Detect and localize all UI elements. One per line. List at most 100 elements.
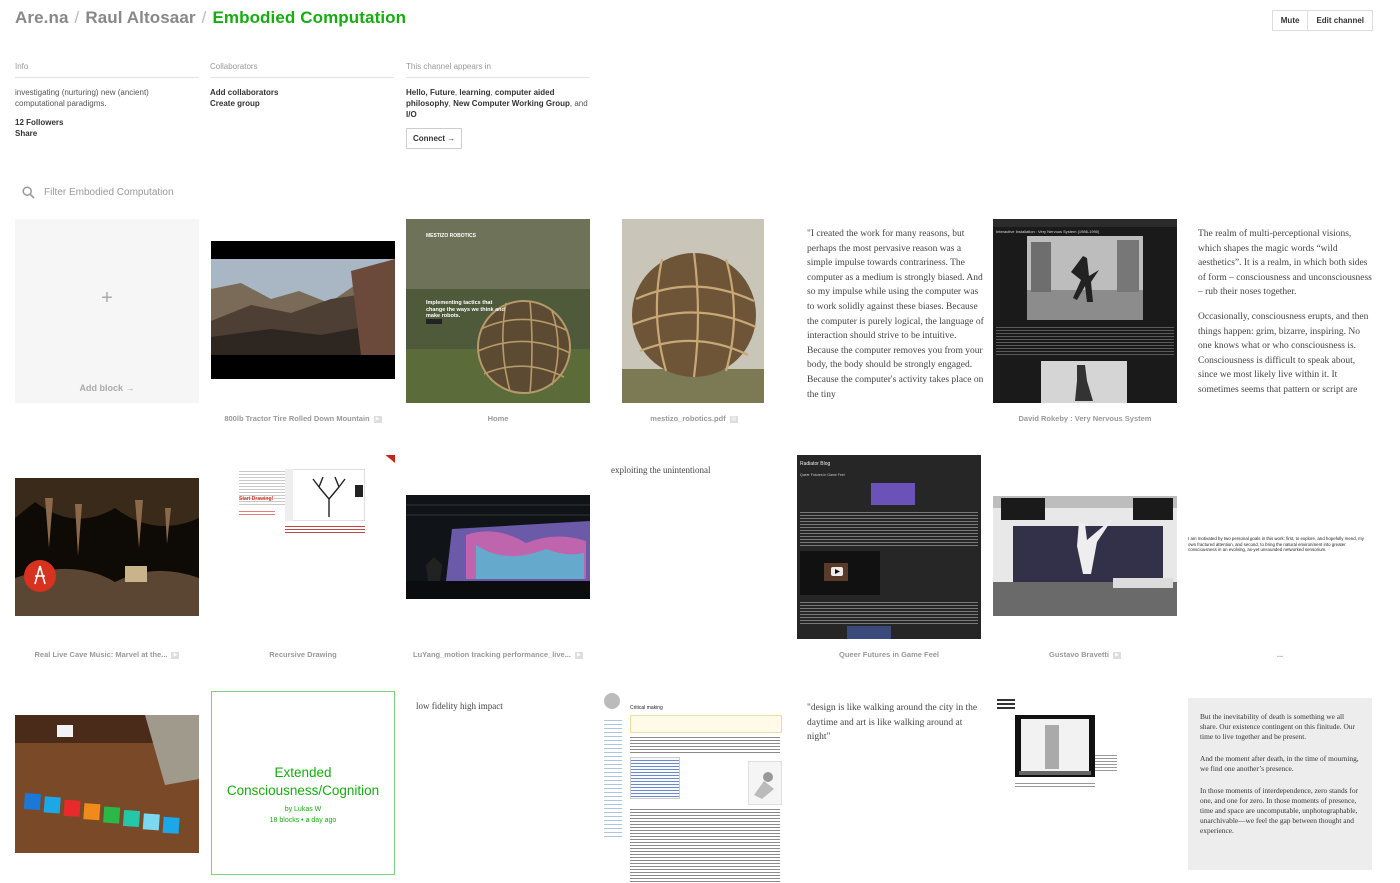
connected-channels: Hello, Future, learning, computer aided … bbox=[406, 87, 590, 120]
block-caption[interactable]: Recursive Drawing bbox=[211, 650, 395, 659]
text-paragraph: And the moment after death, in the time … bbox=[1200, 754, 1359, 773]
block-link[interactable]: Radiator Blog Queer Futures in Game Feel bbox=[797, 455, 981, 639]
text-paragraph: Occasionally, consciousness erupts, and … bbox=[1198, 311, 1369, 395]
post-title: Queer Futures in Game Feel bbox=[800, 473, 845, 477]
performer-photo bbox=[1041, 361, 1127, 403]
read-more-button bbox=[426, 319, 442, 324]
breadcrumb-user[interactable]: Raul Altosaar bbox=[85, 8, 195, 27]
text-paragraph: In those moments of interdependence, zer… bbox=[1200, 786, 1359, 835]
block-link[interactable]: Critical making bbox=[602, 691, 786, 883]
caption-text: Gustavo Bravetti bbox=[1048, 650, 1110, 659]
block-link[interactable]: Interactive Installation : Very Nervous … bbox=[993, 219, 1177, 403]
dancer-photo bbox=[1027, 236, 1143, 320]
add-collaborators-link[interactable]: Add collaborators bbox=[210, 87, 394, 98]
share-link[interactable]: Share bbox=[15, 128, 199, 139]
tree-drawing bbox=[285, 469, 365, 521]
text-paragraph: The realm of multi-perceptional visions,… bbox=[1198, 229, 1372, 298]
sphere-thumbnail bbox=[622, 219, 764, 403]
channel-card-author: by Lukas W bbox=[284, 806, 322, 813]
collaborators-heading: Collaborators bbox=[210, 61, 394, 78]
breadcrumb-root[interactable]: Are.na bbox=[15, 8, 69, 27]
channel-link[interactable]: I/O bbox=[406, 110, 417, 119]
channel-description: investigating (nurturing) new (ancient) … bbox=[15, 88, 149, 108]
wiki-notice-box bbox=[630, 715, 782, 733]
text-block[interactable]: The realm of multi-perceptional visions,… bbox=[1188, 227, 1372, 399]
block-link[interactable] bbox=[211, 219, 395, 403]
block-link[interactable] bbox=[406, 455, 590, 639]
block-caption[interactable]: Home bbox=[406, 414, 590, 423]
block-caption[interactable]: Real Live Cave Music: Marvel at the... ▶ bbox=[15, 650, 199, 659]
block-caption[interactable]: Gustavo Bravetti ▶ bbox=[993, 650, 1177, 659]
block-attachment[interactable] bbox=[602, 219, 786, 403]
followers-link[interactable]: 12 Followers bbox=[15, 117, 199, 128]
wiki-sidebar-links bbox=[604, 717, 622, 837]
block-image[interactable] bbox=[15, 691, 199, 883]
block-link[interactable] bbox=[993, 455, 1177, 639]
channel-card[interactable]: Extended Consciousness/Cognition by Luka… bbox=[211, 691, 395, 875]
vns-title: Interactive Installation : Very Nervous … bbox=[996, 229, 1100, 234]
appears-in-heading: This channel appears in bbox=[406, 61, 590, 78]
wiki-text-lines bbox=[630, 807, 780, 883]
block-link[interactable]: MESTIZO ROBOTICS Implementing tactics th… bbox=[406, 219, 590, 403]
wiki-toc bbox=[630, 757, 680, 799]
wikipedia-logo bbox=[604, 693, 620, 709]
breadcrumb-separator: / bbox=[201, 8, 207, 27]
media-icon: ▶ bbox=[373, 415, 382, 423]
link-lines bbox=[239, 509, 275, 517]
block-caption[interactable]: ... bbox=[1188, 650, 1372, 659]
post-image bbox=[847, 626, 891, 639]
media-icon: ▶ bbox=[171, 651, 180, 659]
channel-card-meta: 18 blocks • a day ago bbox=[269, 817, 337, 824]
text-block[interactable]: I am motivated by two personal goals in … bbox=[1188, 536, 1372, 560]
text-block[interactable]: low fidelity high impact bbox=[416, 701, 591, 721]
channel-link[interactable]: New Computer Working Group bbox=[453, 99, 570, 108]
info-heading: Info bbox=[15, 61, 199, 78]
create-group-link[interactable]: Create group bbox=[210, 98, 394, 109]
block-caption[interactable]: David Rokeby : Very Nervous System bbox=[993, 414, 1177, 423]
media-icon: ▶ bbox=[1113, 651, 1122, 659]
blocks-photo bbox=[15, 715, 199, 853]
breadcrumb: Are.na / Raul Altosaar / Embodied Computatio… bbox=[15, 8, 406, 28]
channel-link[interactable]: learning bbox=[459, 88, 490, 97]
video-embed bbox=[800, 551, 880, 595]
text-block[interactable]: "design is like walking around the city … bbox=[797, 701, 982, 761]
block-caption[interactable]: mestizo_robotics.pdf ▤ bbox=[602, 414, 786, 423]
page-title[interactable]: Embodied Computation bbox=[212, 8, 406, 27]
caption-text: LuYang_motion tracking performance_live.… bbox=[413, 650, 571, 659]
mute-button[interactable]: Mute bbox=[1271, 10, 1309, 31]
channel-actions: Mute Edit channel bbox=[1271, 10, 1373, 31]
performance-thumbnail bbox=[406, 495, 590, 599]
collaborators-section: Collaborators Add collaborators Create g… bbox=[210, 61, 394, 109]
caption-text: mestizo_robotics.pdf bbox=[650, 414, 726, 423]
gallery-photo bbox=[1015, 715, 1095, 777]
info-section: Info investigating (nurturing) new (anci… bbox=[15, 61, 199, 139]
block-caption[interactable]: LuYang_motion tracking performance_live.… bbox=[406, 650, 590, 659]
text-paragraph: But the inevitability of death is someth… bbox=[1200, 712, 1355, 741]
channel-link[interactable]: Hello, Future bbox=[406, 88, 455, 97]
block-link[interactable]: Start Drawing! bbox=[211, 455, 395, 639]
breadcrumb-separator: / bbox=[74, 8, 80, 27]
caption-lines bbox=[1095, 753, 1117, 773]
plus-icon: + bbox=[101, 287, 113, 309]
footer-text-lines bbox=[285, 524, 365, 534]
start-drawing-heading: Start Drawing! bbox=[239, 496, 274, 502]
media-icon: ▶ bbox=[574, 651, 583, 659]
block-caption[interactable]: 800lb Tractor Tire Rolled Down Mountain ▶ bbox=[211, 414, 395, 423]
edit-channel-button[interactable]: Edit channel bbox=[1308, 10, 1373, 31]
filter-input[interactable] bbox=[44, 187, 244, 198]
block-link[interactable] bbox=[15, 455, 199, 639]
cave-thumbnail bbox=[15, 478, 199, 616]
wiki-text-lines bbox=[630, 735, 780, 755]
ribbon-badge bbox=[379, 455, 395, 470]
bravetti-thumbnail bbox=[993, 478, 1177, 616]
quote-text: "design is like walking around the city … bbox=[807, 703, 978, 743]
block-caption[interactable]: Queer Futures in Game Feel bbox=[797, 650, 981, 659]
filter-bar bbox=[22, 186, 244, 199]
text-block[interactable]: "I created the work for many reasons, bu… bbox=[797, 227, 985, 403]
add-block-label: Add block → bbox=[79, 383, 135, 393]
text-block[interactable]: exploiting the unintentional bbox=[611, 465, 786, 485]
add-block-card[interactable]: + Add block → bbox=[15, 219, 199, 403]
connect-button[interactable]: Connect → bbox=[406, 128, 463, 149]
block-link[interactable] bbox=[993, 691, 1177, 801]
text-block[interactable]: But the inevitability of death is someth… bbox=[1188, 698, 1372, 870]
